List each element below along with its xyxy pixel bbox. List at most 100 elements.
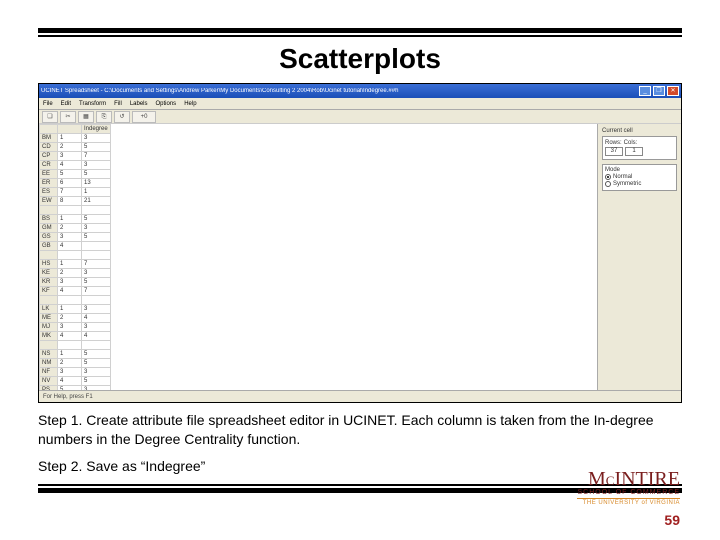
current-cell-label: Current cell (602, 128, 677, 134)
rule-top (38, 28, 682, 33)
menu-file[interactable]: File (43, 98, 53, 109)
mode-symmetric-label: Symmetric (613, 181, 641, 187)
table-row: KF47 (40, 287, 111, 296)
menu-fill[interactable]: Fill (114, 98, 122, 109)
cell[interactable]: 1 (82, 188, 111, 197)
spreadsheet-grid[interactable]: Indegree BM13CD25CP37CR43EE55ER613ES71EW… (39, 124, 597, 390)
cell[interactable]: 3 (82, 368, 111, 377)
toolbar-btn-1[interactable]: ❏ (42, 111, 58, 123)
cell[interactable]: 5 (82, 350, 111, 359)
toolbar: ❏ ✂ ▦ ⎘ ↺ +0 (39, 110, 681, 124)
cell[interactable]: 3 (58, 368, 82, 377)
cell[interactable]: 4 (82, 314, 111, 323)
cell[interactable]: 5 (82, 278, 111, 287)
rows-input[interactable]: 37 (605, 147, 623, 156)
cell[interactable]: 13 (82, 179, 111, 188)
cell[interactable]: 5 (82, 143, 111, 152)
cell[interactable] (82, 296, 111, 305)
cell[interactable]: 4 (58, 287, 82, 296)
table-row: KR35 (40, 278, 111, 287)
statusbar: For Help, press F1 (39, 390, 681, 402)
cell[interactable]: 3 (82, 323, 111, 332)
cell[interactable]: 2 (58, 143, 82, 152)
cell[interactable]: 3 (58, 278, 82, 287)
cell[interactable]: 2 (58, 224, 82, 233)
menubar: File Edit Transform Fill Labels Options … (39, 98, 681, 110)
cell[interactable]: 2 (58, 359, 82, 368)
cell[interactable] (58, 341, 82, 350)
cell[interactable]: 1 (58, 260, 82, 269)
cell[interactable]: 5 (58, 170, 82, 179)
cell[interactable]: 8 (58, 197, 82, 206)
row-header: GB (40, 242, 58, 251)
toolbar-btn-2[interactable]: ✂ (60, 111, 76, 123)
table-row (40, 206, 111, 215)
cell[interactable]: 2 (58, 269, 82, 278)
cell[interactable] (82, 341, 111, 350)
cell[interactable]: 5 (82, 170, 111, 179)
rule-thin (38, 35, 682, 37)
cell[interactable]: 5 (82, 359, 111, 368)
cols-input[interactable]: 1 (625, 147, 643, 156)
toolbar-btn-3[interactable]: ▦ (78, 111, 94, 123)
minimize-button[interactable]: _ (639, 86, 651, 96)
cell[interactable] (82, 242, 111, 251)
cell[interactable]: 1 (58, 134, 82, 143)
cell[interactable]: 5 (82, 215, 111, 224)
table-row: MK44 (40, 332, 111, 341)
cell[interactable]: 3 (58, 323, 82, 332)
row-header: NV (40, 377, 58, 386)
cell[interactable] (82, 206, 111, 215)
cell[interactable]: 4 (82, 332, 111, 341)
cell[interactable]: 1 (58, 350, 82, 359)
cell[interactable] (82, 251, 111, 260)
cell[interactable] (58, 296, 82, 305)
logo-pre: M (588, 468, 606, 490)
menu-edit[interactable]: Edit (61, 98, 71, 109)
radio-normal[interactable] (605, 174, 611, 180)
cell[interactable]: 3 (58, 233, 82, 242)
cell[interactable]: 3 (82, 305, 111, 314)
cell[interactable]: 4 (58, 242, 82, 251)
table-row: NF33 (40, 368, 111, 377)
cell[interactable]: 2 (58, 314, 82, 323)
toolbar-btn-6[interactable]: +0 (132, 111, 156, 123)
cell[interactable]: 21 (82, 197, 111, 206)
cell[interactable]: 3 (82, 224, 111, 233)
rows-label: Rows: (605, 140, 622, 146)
cell[interactable]: 3 (58, 152, 82, 161)
table-row: CP37 (40, 152, 111, 161)
cell[interactable]: 5 (82, 377, 111, 386)
maximize-button[interactable]: ❐ (653, 86, 665, 96)
row-header (40, 206, 58, 215)
cell[interactable]: 5 (82, 233, 111, 242)
menu-labels[interactable]: Labels (130, 98, 148, 109)
cell[interactable]: 4 (58, 377, 82, 386)
cell[interactable] (58, 206, 82, 215)
cell[interactable]: 4 (58, 161, 82, 170)
cell[interactable] (58, 251, 82, 260)
menu-help[interactable]: Help (184, 98, 196, 109)
menu-options[interactable]: Options (156, 98, 177, 109)
row-header (40, 296, 58, 305)
radio-symmetric[interactable] (605, 181, 611, 187)
cell[interactable]: 4 (58, 332, 82, 341)
close-button[interactable]: ✕ (667, 86, 679, 96)
cell[interactable]: 3 (82, 134, 111, 143)
row-header: ME (40, 314, 58, 323)
row-header (40, 341, 58, 350)
cell[interactable]: 7 (82, 152, 111, 161)
cell[interactable]: 6 (58, 179, 82, 188)
cell[interactable]: 3 (82, 161, 111, 170)
toolbar-btn-4[interactable]: ⎘ (96, 111, 112, 123)
cell[interactable]: 1 (58, 305, 82, 314)
cell[interactable]: 3 (82, 269, 111, 278)
cell[interactable]: 1 (58, 215, 82, 224)
table-row: HS17 (40, 260, 111, 269)
menu-transform[interactable]: Transform (79, 98, 106, 109)
window-titlebar: UCINET Spreadsheet - C:\Documents and Se… (39, 84, 681, 98)
toolbar-btn-5[interactable]: ↺ (114, 111, 130, 123)
cell[interactable]: 7 (82, 260, 111, 269)
cell[interactable]: 7 (58, 188, 82, 197)
cell[interactable]: 7 (82, 287, 111, 296)
